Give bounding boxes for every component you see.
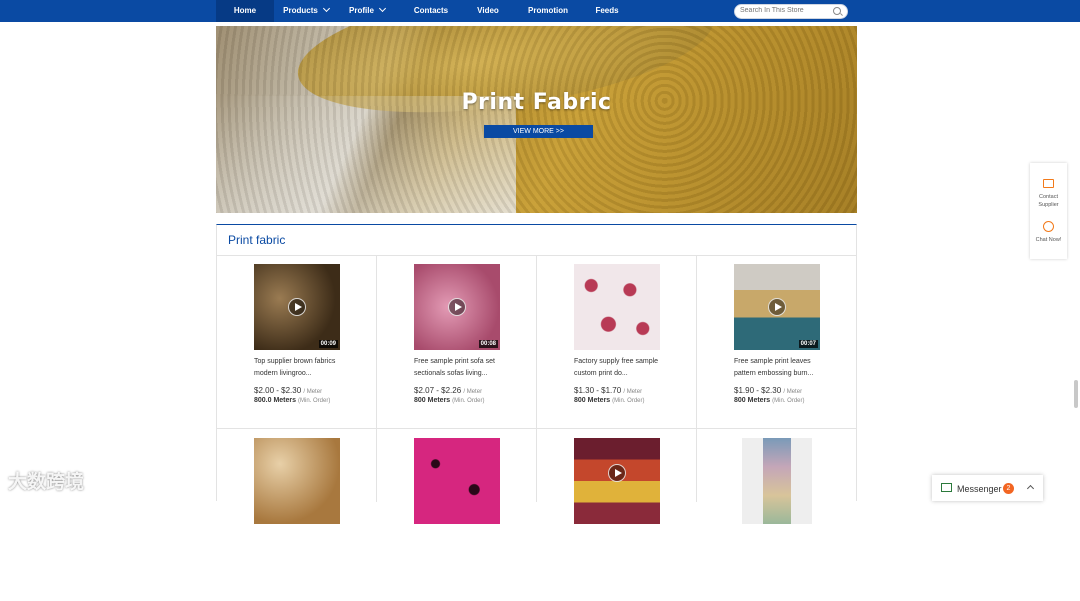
product-card[interactable]: 00:07 Free sample print leaves pattern e… (697, 255, 857, 428)
banner-title: Print Fabric (461, 90, 612, 115)
play-icon[interactable] (448, 298, 466, 316)
video-duration: 00:07 (798, 340, 818, 348)
product-card[interactable] (537, 428, 697, 601)
search-input[interactable] (740, 7, 830, 14)
video-duration: 00:08 (478, 340, 498, 348)
product-moq: 800.0 Meters (Min. Order) (254, 397, 331, 404)
product-thumbnail[interactable]: 00:07 (734, 264, 820, 350)
chevron-up-icon[interactable] (1026, 484, 1035, 493)
product-thumbnail[interactable] (742, 438, 812, 524)
nav-profile[interactable]: Profile (338, 0, 396, 22)
product-card[interactable] (697, 428, 857, 601)
messenger-icon (941, 483, 952, 492)
nav-video[interactable]: Video (466, 0, 510, 22)
section-title: Print fabric (228, 233, 286, 247)
product-card[interactable]: Factory supply free sample custom print … (537, 255, 697, 428)
view-more-button[interactable]: VIEW MORE >> (484, 125, 593, 138)
hero-banner[interactable]: Print Fabric VIEW MORE >> (216, 26, 857, 213)
banner-image-texture (216, 26, 857, 213)
product-thumbnail[interactable] (414, 438, 500, 524)
product-thumbnail[interactable] (574, 264, 660, 350)
chat-icon[interactable] (1043, 221, 1054, 232)
product-moq: 800 Meters (Min. Order) (734, 397, 805, 404)
nav-home[interactable]: Home (216, 0, 274, 22)
unread-badge: 2 (1003, 483, 1014, 494)
mail-icon[interactable] (1043, 179, 1054, 188)
product-thumbnail[interactable] (254, 438, 340, 524)
chevron-down-icon (378, 4, 386, 13)
product-title[interactable]: Free sample print leaves pattern embossi… (734, 356, 824, 380)
product-thumbnail[interactable]: 00:09 (254, 264, 340, 350)
chat-now-link[interactable]: Chat Now! (1030, 236, 1067, 244)
product-price: $1.90 - $2.30 / Meter (734, 386, 803, 395)
messenger-label: Messenger (957, 484, 1002, 494)
watermark-logo: 大数跨境 (8, 472, 85, 493)
product-price: $1.30 - $1.70 / Meter (574, 386, 643, 395)
store-search[interactable] (734, 4, 848, 19)
video-duration: 00:09 (318, 340, 338, 348)
product-moq: 800 Meters (Min. Order) (574, 397, 645, 404)
play-icon[interactable] (288, 298, 306, 316)
scrollbar-thumb[interactable] (1074, 380, 1078, 408)
contact-side-panel: Contact Supplier Chat Now! (1030, 163, 1067, 259)
nav-feeds[interactable]: Feeds (586, 0, 628, 22)
product-price: $2.00 - $2.30 / Meter (254, 386, 323, 395)
search-icon[interactable] (833, 7, 841, 15)
messenger-widget[interactable]: Messenger 2 (932, 475, 1043, 501)
product-card[interactable]: 00:09 Top supplier brown fabrics modern … (217, 255, 377, 428)
play-icon[interactable] (768, 298, 786, 316)
product-title[interactable]: Free sample print sofa set sectionals so… (414, 356, 504, 380)
play-icon[interactable] (608, 464, 626, 482)
product-title[interactable]: Factory supply free sample custom print … (574, 356, 664, 380)
nav-products[interactable]: Products (274, 0, 338, 22)
chevron-down-icon (322, 4, 330, 13)
product-thumbnail[interactable] (574, 438, 660, 524)
product-section: Print fabric 00:09 Top supplier brown fa… (216, 224, 857, 524)
contact-supplier-link[interactable]: Contact Supplier (1030, 193, 1067, 209)
product-thumbnail[interactable]: 00:08 (414, 264, 500, 350)
product-title[interactable]: Top supplier brown fabrics modern living… (254, 356, 344, 380)
product-card[interactable] (377, 428, 537, 601)
product-moq: 800 Meters (Min. Order) (414, 397, 485, 404)
product-card[interactable] (217, 428, 377, 601)
nav-promotion[interactable]: Promotion (510, 0, 586, 22)
main-nav: Home Products Profile Contacts Video Pro… (216, 0, 628, 22)
nav-contacts[interactable]: Contacts (396, 0, 466, 22)
product-price: $2.07 - $2.26 / Meter (414, 386, 483, 395)
product-card[interactable]: 00:08 Free sample print sofa set section… (377, 255, 537, 428)
